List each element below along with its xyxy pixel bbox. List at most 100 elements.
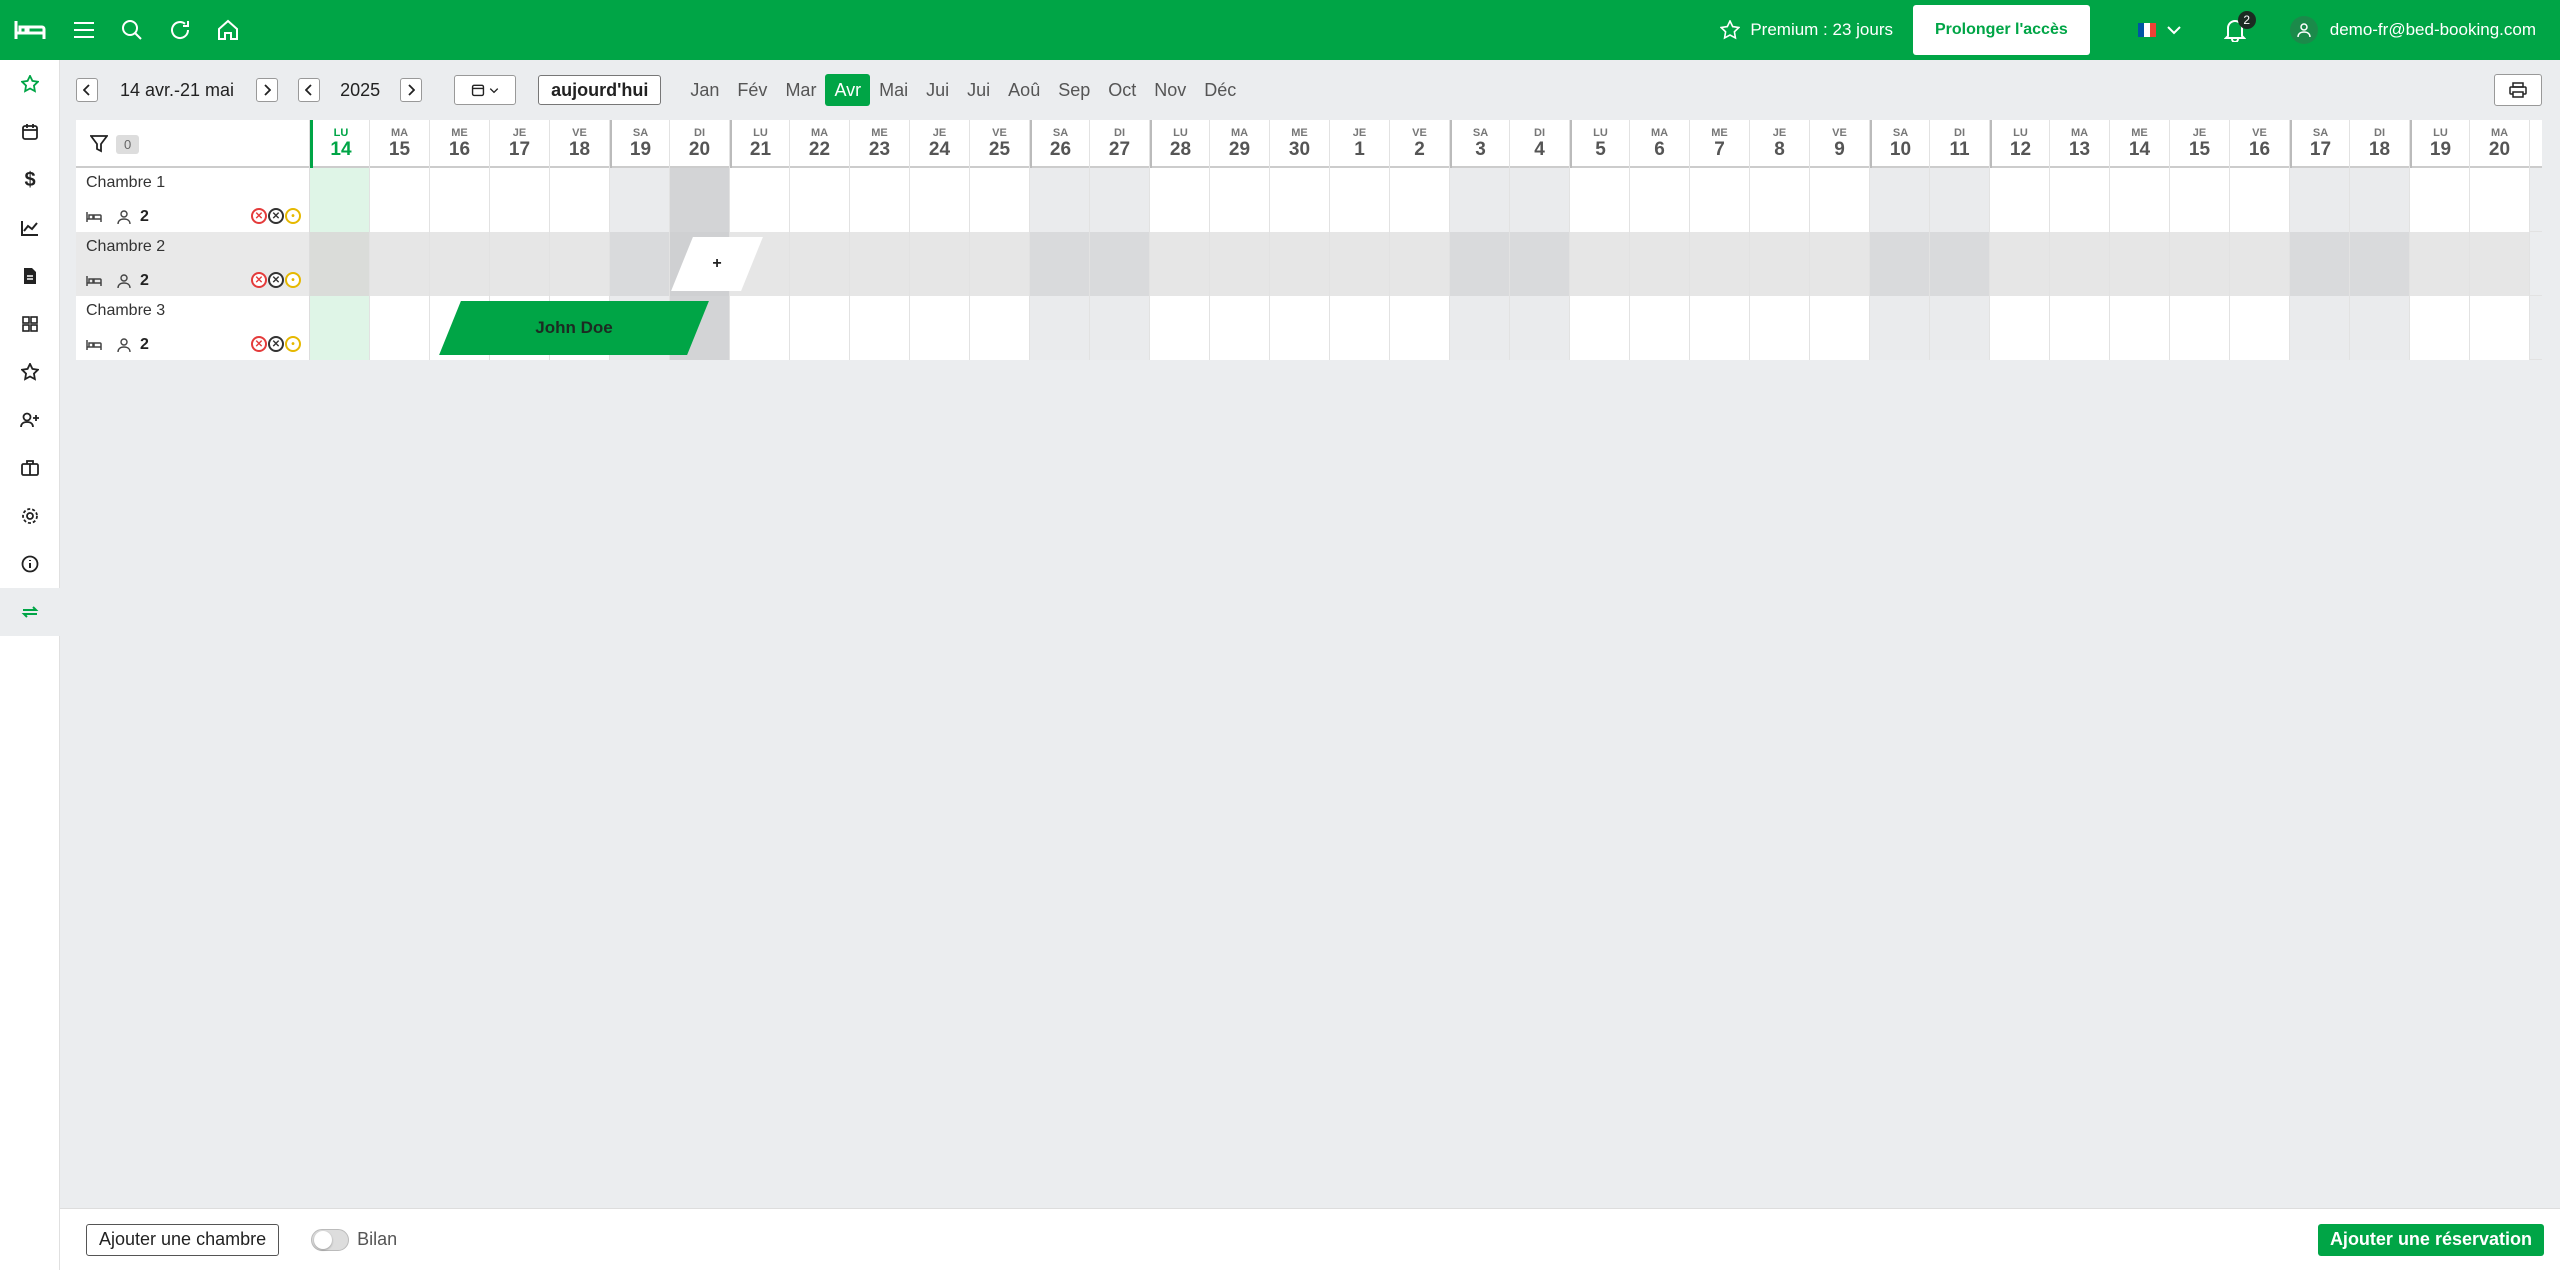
calendar-cell[interactable] <box>1570 168 1630 232</box>
month-0[interactable]: Jan <box>681 74 728 106</box>
calendar-cell[interactable] <box>730 168 790 232</box>
print-button[interactable] <box>2494 74 2542 106</box>
calendar-cell[interactable] <box>1390 232 1450 296</box>
calendar-cell[interactable] <box>310 168 370 232</box>
calendar-cell[interactable] <box>610 168 670 232</box>
month-2[interactable]: Mar <box>776 74 825 106</box>
calendar-cell[interactable] <box>2230 296 2290 360</box>
calendar-cell[interactable] <box>2050 296 2110 360</box>
calendar-cell[interactable] <box>1330 232 1390 296</box>
calendar-cell[interactable] <box>1690 232 1750 296</box>
calendar-cell[interactable] <box>790 296 850 360</box>
month-4[interactable]: Mai <box>870 74 917 106</box>
room-info[interactable]: Chambre 2 2 ✕ ✕ • <box>76 232 310 296</box>
calendar-cell[interactable] <box>2230 168 2290 232</box>
calendar-cell[interactable] <box>2170 296 2230 360</box>
calendar-cell[interactable] <box>2110 168 2170 232</box>
date-picker-button[interactable] <box>454 75 517 105</box>
calendar-cell[interactable] <box>2470 168 2530 232</box>
today-button[interactable]: aujourd'hui <box>538 75 662 105</box>
calendar-cell[interactable] <box>2350 296 2410 360</box>
calendar-cell[interactable] <box>2290 168 2350 232</box>
dirty-status-icon[interactable]: ✕ <box>251 272 267 288</box>
search-icon[interactable] <box>108 0 156 60</box>
calendar-cell[interactable] <box>1930 232 1990 296</box>
sidebar-item-reviews[interactable] <box>0 348 60 396</box>
calendar-cell[interactable] <box>730 296 790 360</box>
calendar-cell[interactable] <box>1870 296 1930 360</box>
home-icon[interactable] <box>204 0 252 60</box>
room-info[interactable]: Chambre 1 2 ✕ ✕ • <box>76 168 310 232</box>
calendar-cell[interactable] <box>490 168 550 232</box>
month-6[interactable]: Jui <box>958 74 999 106</box>
calendar-cell[interactable] <box>1630 296 1690 360</box>
dirty-status-icon[interactable]: ✕ <box>251 208 267 224</box>
calendar-cell[interactable] <box>2170 168 2230 232</box>
prev-year-button[interactable] <box>298 78 321 102</box>
calendar-cell[interactable] <box>2290 232 2350 296</box>
calendar-cell[interactable] <box>2290 296 2350 360</box>
sidebar-item-favorites[interactable] <box>0 60 60 108</box>
next-range-button[interactable] <box>256 78 279 102</box>
calendar-cell[interactable] <box>1210 232 1270 296</box>
calendar-cell[interactable] <box>2050 232 2110 296</box>
calendar-cell[interactable] <box>1690 168 1750 232</box>
calendar-cell[interactable] <box>1750 296 1810 360</box>
calendar-cell[interactable] <box>1810 232 1870 296</box>
calendar-cell[interactable] <box>1870 168 1930 232</box>
month-7[interactable]: Aoû <box>999 74 1049 106</box>
calendar-cell[interactable] <box>1090 168 1150 232</box>
calendar-cell[interactable] <box>1150 168 1210 232</box>
sidebar-item-help[interactable] <box>0 540 60 588</box>
calendar-cell[interactable] <box>2350 232 2410 296</box>
calendar-cell[interactable] <box>2410 168 2470 232</box>
calendar-cell[interactable] <box>1450 168 1510 232</box>
calendar-cell[interactable] <box>1090 232 1150 296</box>
calendar-cell[interactable] <box>1990 296 2050 360</box>
calendar-cell[interactable] <box>1150 296 1210 360</box>
next-year-button[interactable] <box>400 78 423 102</box>
calendar-cell[interactable] <box>370 168 430 232</box>
month-1[interactable]: Fév <box>728 74 776 106</box>
calendar-cell[interactable] <box>910 232 970 296</box>
calendar-cell[interactable] <box>970 168 1030 232</box>
calendar-cell[interactable] <box>1690 296 1750 360</box>
month-8[interactable]: Sep <box>1049 74 1099 106</box>
calendar-cell[interactable] <box>670 168 730 232</box>
calendar-cell[interactable] <box>1630 168 1690 232</box>
refresh-icon[interactable] <box>156 0 204 60</box>
calendar-cell[interactable] <box>1750 168 1810 232</box>
calendar-cell[interactable] <box>1090 296 1150 360</box>
calendar-cell[interactable] <box>310 296 370 360</box>
month-5[interactable]: Jui <box>917 74 958 106</box>
notifications-button[interactable]: 2 <box>2220 11 2256 45</box>
bed-logo-icon[interactable] <box>0 0 60 60</box>
month-3[interactable]: Avr <box>825 74 871 106</box>
calendar-cell[interactable] <box>970 232 1030 296</box>
calendar-cell[interactable] <box>790 232 850 296</box>
calendar-cell[interactable] <box>850 296 910 360</box>
calendar-cell[interactable] <box>1390 296 1450 360</box>
calendar-cell[interactable] <box>790 168 850 232</box>
calendar-cell[interactable] <box>550 168 610 232</box>
calendar-cell[interactable] <box>430 168 490 232</box>
calendar-cell[interactable] <box>1210 168 1270 232</box>
sidebar-item-channels[interactable] <box>0 444 60 492</box>
calendar-cell[interactable] <box>2110 232 2170 296</box>
sidebar-item-statistics[interactable] <box>0 204 60 252</box>
warning-status-icon[interactable]: • <box>285 272 301 288</box>
blocked-status-icon[interactable]: ✕ <box>268 336 284 352</box>
month-10[interactable]: Nov <box>1145 74 1195 106</box>
prev-range-button[interactable] <box>76 78 98 102</box>
calendar-cell[interactable] <box>370 232 430 296</box>
menu-icon[interactable] <box>60 0 108 60</box>
calendar-cell[interactable] <box>370 296 430 360</box>
sidebar-item-settings[interactable] <box>0 492 60 540</box>
calendar-cell[interactable] <box>1510 296 1570 360</box>
add-booking-button[interactable]: Ajouter une réservation <box>2317 1223 2544 1256</box>
user-menu[interactable]: demo-fr@bed-booking.com <box>2289 16 2536 44</box>
toggle-switch[interactable] <box>311 1228 350 1251</box>
calendar-cell[interactable] <box>970 296 1030 360</box>
dirty-status-icon[interactable]: ✕ <box>251 336 267 352</box>
sidebar-item-calendar[interactable] <box>0 108 60 156</box>
